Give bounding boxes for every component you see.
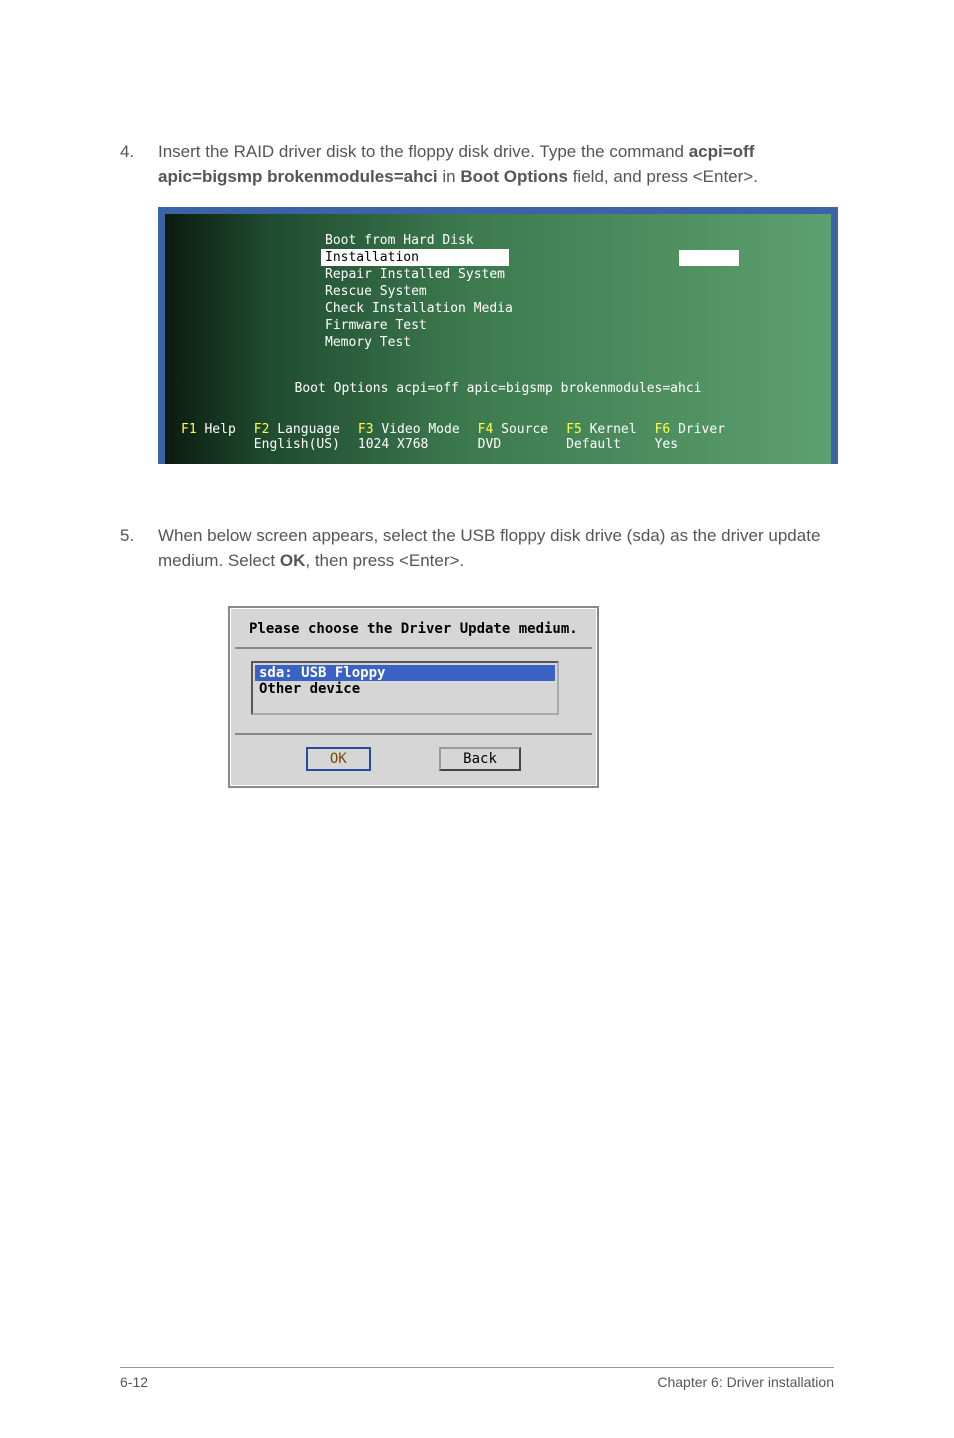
fkey-bar: F1 Help F2 LanguageEnglish(US) F3 Video …	[181, 422, 815, 454]
step4-field: Boot Options	[460, 167, 568, 186]
boot-menu-item: Check Installation Media	[321, 300, 815, 317]
dialog-item: Other device	[255, 681, 555, 697]
page-footer: 6-12 Chapter 6: Driver installation	[120, 1367, 834, 1390]
boot-options-line: Boot Options acpi=off apic=bigsmp broken…	[181, 381, 815, 396]
fkey-sub: DVD	[478, 437, 548, 452]
fkey-f1: F1 Help	[181, 422, 236, 452]
fkey-label: Source	[501, 422, 548, 437]
driver-update-dialog: Please choose the Driver Update medium. …	[228, 606, 599, 788]
dialog-item-selected: sda: USB Floppy	[255, 665, 555, 681]
fkey-sub: Default	[566, 437, 636, 452]
boot-menu-item: Memory Test	[321, 334, 815, 351]
fkey-sub: Yes	[655, 437, 725, 452]
fkey-key: F1	[181, 422, 197, 437]
dialog-button-row: OK Back	[235, 733, 592, 781]
dialog-back-button: Back	[439, 747, 521, 771]
dialog-ok-button: OK	[306, 747, 371, 771]
step5-number: 5.	[120, 524, 158, 573]
fkey-f3: F3 Video Mode1024 X768	[358, 422, 460, 452]
fkey-label: Kernel	[590, 422, 637, 437]
fkey-label: Language	[277, 422, 340, 437]
step5-instruction: 5. When below screen appears, select the…	[120, 524, 834, 573]
step4-mid: in	[438, 167, 461, 186]
boot-menu-item: Repair Installed System	[321, 266, 815, 283]
fkey-key: F4	[478, 422, 494, 437]
step4-instruction: 4. Insert the RAID driver disk to the fl…	[120, 140, 834, 189]
boot-menu-item: Boot from Hard Disk	[321, 232, 815, 249]
step5-text: When below screen appears, select the US…	[158, 524, 834, 573]
fkey-label: Driver	[678, 422, 725, 437]
step5-post: , then press <Enter>.	[305, 551, 464, 570]
fkey-key: F6	[655, 422, 671, 437]
boot-screen: Boot from Hard Disk Installation Repair …	[158, 207, 838, 464]
dialog-title: Please choose the Driver Update medium.	[235, 613, 592, 649]
footer-chapter: Chapter 6: Driver installation	[657, 1374, 834, 1390]
fkey-f6: F6 DriverYes	[655, 422, 725, 452]
fkey-sub: English(US)	[254, 437, 340, 452]
boot-menu-list: Boot from Hard Disk Installation Repair …	[321, 232, 815, 351]
fkey-f5: F5 KernelDefault	[566, 422, 636, 452]
boot-highlight-box	[679, 250, 739, 266]
fkey-key: F2	[254, 422, 270, 437]
fkey-label: Help	[204, 422, 235, 437]
footer-page-number: 6-12	[120, 1374, 148, 1390]
boot-menu-item: Firmware Test	[321, 317, 815, 334]
step4-post: field, and press <Enter>.	[568, 167, 758, 186]
step4-number: 4.	[120, 140, 158, 189]
step5-ok: OK	[280, 551, 306, 570]
fkey-key: F3	[358, 422, 374, 437]
fkey-sub: 1024 X768	[358, 437, 460, 452]
fkey-f4: F4 SourceDVD	[478, 422, 548, 452]
boot-menu-item-selected: Installation	[321, 249, 509, 266]
fkey-key: F5	[566, 422, 582, 437]
dialog-device-list: sda: USB Floppy Other device	[251, 661, 559, 715]
step4-text: Insert the RAID driver disk to the flopp…	[158, 140, 834, 189]
boot-menu-item: Rescue System	[321, 283, 815, 300]
step4-pre: Insert the RAID driver disk to the flopp…	[158, 142, 689, 161]
step5-pre: When below screen appears, select the US…	[158, 526, 820, 570]
fkey-label: Video Mode	[381, 422, 459, 437]
fkey-f2: F2 LanguageEnglish(US)	[254, 422, 340, 452]
